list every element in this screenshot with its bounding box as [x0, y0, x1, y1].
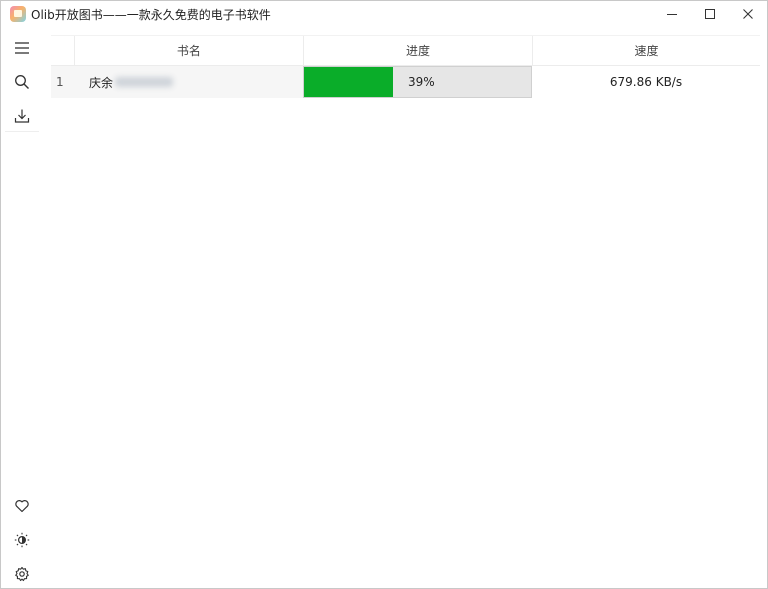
search-icon — [15, 75, 29, 89]
column-header-index — [51, 36, 75, 65]
minimize-button[interactable] — [653, 1, 691, 27]
sidebar — [1, 31, 43, 588]
theme-toggle-button[interactable] — [7, 525, 37, 555]
menu-icon — [15, 42, 29, 54]
book-name-cell: 庆余 — [74, 66, 303, 98]
maximize-icon — [705, 9, 715, 19]
title-bar[interactable]: Olib开放图书——一款永久免费的电子书软件 — [1, 1, 767, 27]
window-controls — [653, 1, 767, 27]
row-index: 1 — [51, 66, 74, 98]
speed-cell: 679.86 KB/s — [609, 75, 683, 89]
column-header-speed[interactable]: 速度 — [533, 36, 760, 65]
progress-label: 39% — [408, 75, 435, 89]
book-name: 庆余 — [89, 75, 114, 90]
table-row[interactable]: 1 庆余 39% 679.86 KB/s — [51, 66, 760, 98]
download-table: 书名 进度 速度 1 庆余 39% 679.86 KB/s — [51, 35, 760, 98]
heart-icon — [15, 500, 29, 513]
app-logo-icon — [10, 6, 26, 22]
search-button[interactable] — [7, 67, 37, 97]
column-header-progress[interactable]: 进度 — [304, 36, 533, 65]
progress-bar: 39% — [303, 66, 532, 98]
favorites-button[interactable] — [7, 491, 37, 521]
maximize-button[interactable] — [691, 1, 729, 27]
menu-button[interactable] — [7, 33, 37, 63]
window-title: Olib开放图书——一款永久免费的电子书软件 — [31, 7, 271, 22]
progress-cell: 39% — [303, 66, 532, 98]
blurred-text — [115, 77, 174, 87]
column-header-name[interactable]: 书名 — [75, 36, 304, 65]
download-button[interactable] — [7, 101, 37, 131]
table-header: 书名 进度 速度 — [51, 35, 760, 66]
progress-fill — [304, 67, 393, 97]
settings-icon — [15, 566, 29, 582]
theme-toggle-icon — [14, 532, 30, 548]
minimize-icon — [667, 14, 677, 15]
settings-button[interactable] — [7, 559, 37, 589]
sidebar-divider — [5, 131, 39, 132]
download-icon — [14, 109, 30, 123]
close-button[interactable] — [729, 1, 767, 27]
close-icon — [743, 9, 753, 19]
app-window: Olib开放图书——一款永久免费的电子书软件 书名 进度 速度 1 庆余 39%… — [0, 0, 768, 589]
